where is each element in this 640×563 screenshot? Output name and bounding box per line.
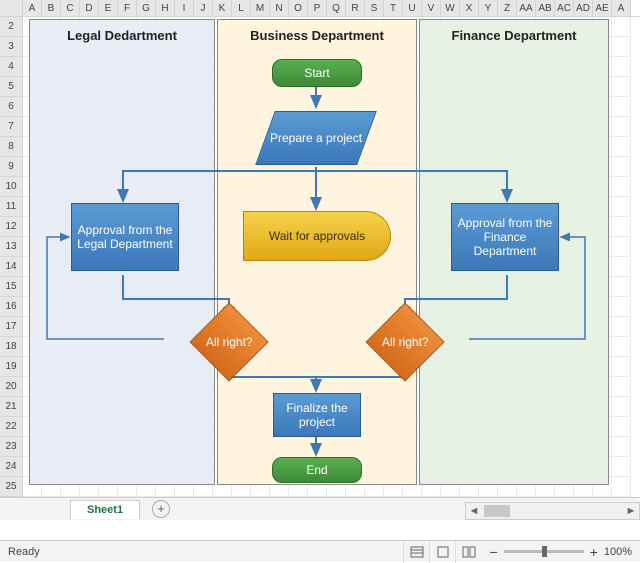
row-headers: 2345678910111213141516171819202122232425 <box>0 17 23 497</box>
row-header[interactable]: 16 <box>0 297 23 317</box>
row-header[interactable]: 19 <box>0 357 23 377</box>
zoom-slider[interactable] <box>504 550 584 553</box>
row-header[interactable]: 24 <box>0 457 23 477</box>
row-header[interactable]: 20 <box>0 377 23 397</box>
column-header[interactable]: Z <box>498 0 517 16</box>
horizontal-scrollbar[interactable]: ◄ ► <box>465 502 640 520</box>
shape-approval-finance[interactable]: Approval from the Finance Department <box>451 203 559 271</box>
view-normal-icon[interactable] <box>403 541 429 563</box>
view-page-layout-icon[interactable] <box>429 541 455 563</box>
shape-start[interactable]: Start <box>272 59 362 87</box>
column-header[interactable]: J <box>194 0 213 16</box>
column-header[interactable]: G <box>137 0 156 16</box>
tab-sheet1[interactable]: Sheet1 <box>70 500 140 519</box>
view-page-break-icon[interactable] <box>455 541 481 563</box>
row-header[interactable]: 18 <box>0 337 23 357</box>
column-header[interactable]: D <box>80 0 99 16</box>
row-header[interactable]: 9 <box>0 157 23 177</box>
row-header[interactable]: 15 <box>0 277 23 297</box>
zoom-level[interactable]: 100% <box>604 546 632 558</box>
lane-title-business: Business Department <box>218 20 416 51</box>
column-header[interactable]: A <box>23 0 42 16</box>
row-header[interactable]: 25 <box>0 477 23 497</box>
row-header[interactable]: 11 <box>0 197 23 217</box>
lane-title-legal: Legal Dedartment <box>30 20 214 51</box>
shape-approval-legal[interactable]: Approval from the Legal Department <box>71 203 179 271</box>
status-bar: Ready − + 100% <box>0 540 640 562</box>
column-header[interactable]: V <box>422 0 441 16</box>
row-header[interactable]: 7 <box>0 117 23 137</box>
row-header[interactable]: 13 <box>0 237 23 257</box>
column-header[interactable]: O <box>289 0 308 16</box>
row-header[interactable]: 3 <box>0 37 23 57</box>
row-header[interactable]: 4 <box>0 57 23 77</box>
column-header[interactable]: L <box>232 0 251 16</box>
cell-grid[interactable]: Legal Dedartment Business Department Fin… <box>23 17 640 497</box>
row-header[interactable]: 21 <box>0 397 23 417</box>
row-header[interactable]: 10 <box>0 177 23 197</box>
column-header[interactable]: Y <box>479 0 498 16</box>
row-header[interactable]: 6 <box>0 97 23 117</box>
column-header[interactable]: R <box>346 0 365 16</box>
column-header[interactable]: H <box>156 0 175 16</box>
column-header[interactable]: N <box>270 0 289 16</box>
column-header[interactable]: E <box>99 0 118 16</box>
scroll-thumb[interactable] <box>484 505 510 517</box>
column-header[interactable]: M <box>251 0 270 16</box>
column-header[interactable]: AE <box>593 0 612 16</box>
column-header[interactable]: I <box>175 0 194 16</box>
column-headers: ABCDEFGHIJKLMNOPQRSTUVWXYZAAABACADAEA <box>0 0 640 17</box>
column-header[interactable]: A <box>612 0 631 16</box>
column-header[interactable]: B <box>42 0 61 16</box>
scroll-right-icon[interactable]: ► <box>623 505 639 517</box>
shape-prepare[interactable]: Prepare a project <box>255 111 377 165</box>
column-header[interactable]: AB <box>536 0 555 16</box>
row-header[interactable]: 23 <box>0 437 23 457</box>
row-header[interactable]: 14 <box>0 257 23 277</box>
column-header[interactable]: S <box>365 0 384 16</box>
zoom-out-button[interactable]: − <box>489 544 497 560</box>
column-header[interactable]: Q <box>327 0 346 16</box>
shape-end[interactable]: End <box>272 457 362 483</box>
column-header[interactable]: AD <box>574 0 593 16</box>
scroll-left-icon[interactable]: ◄ <box>466 505 482 517</box>
column-header[interactable]: T <box>384 0 403 16</box>
shape-finalize[interactable]: Finalize the project <box>273 393 361 437</box>
row-header[interactable]: 17 <box>0 317 23 337</box>
status-ready: Ready <box>0 546 403 558</box>
column-header[interactable]: C <box>61 0 80 16</box>
zoom-in-button[interactable]: + <box>590 544 598 560</box>
column-header[interactable]: K <box>213 0 232 16</box>
column-header[interactable]: AA <box>517 0 536 16</box>
column-header[interactable]: U <box>403 0 422 16</box>
row-header[interactable]: 22 <box>0 417 23 437</box>
column-header[interactable]: AC <box>555 0 574 16</box>
column-header[interactable]: F <box>118 0 137 16</box>
add-sheet-button[interactable]: + <box>152 500 170 518</box>
column-header[interactable]: W <box>441 0 460 16</box>
shape-wait[interactable]: Wait for approvals <box>243 211 391 261</box>
column-header[interactable]: P <box>308 0 327 16</box>
column-header[interactable]: X <box>460 0 479 16</box>
lane-title-finance: Finance Department <box>420 20 608 51</box>
row-header[interactable]: 8 <box>0 137 23 157</box>
row-header[interactable]: 2 <box>0 17 23 37</box>
row-header[interactable]: 5 <box>0 77 23 97</box>
row-header[interactable]: 12 <box>0 217 23 237</box>
